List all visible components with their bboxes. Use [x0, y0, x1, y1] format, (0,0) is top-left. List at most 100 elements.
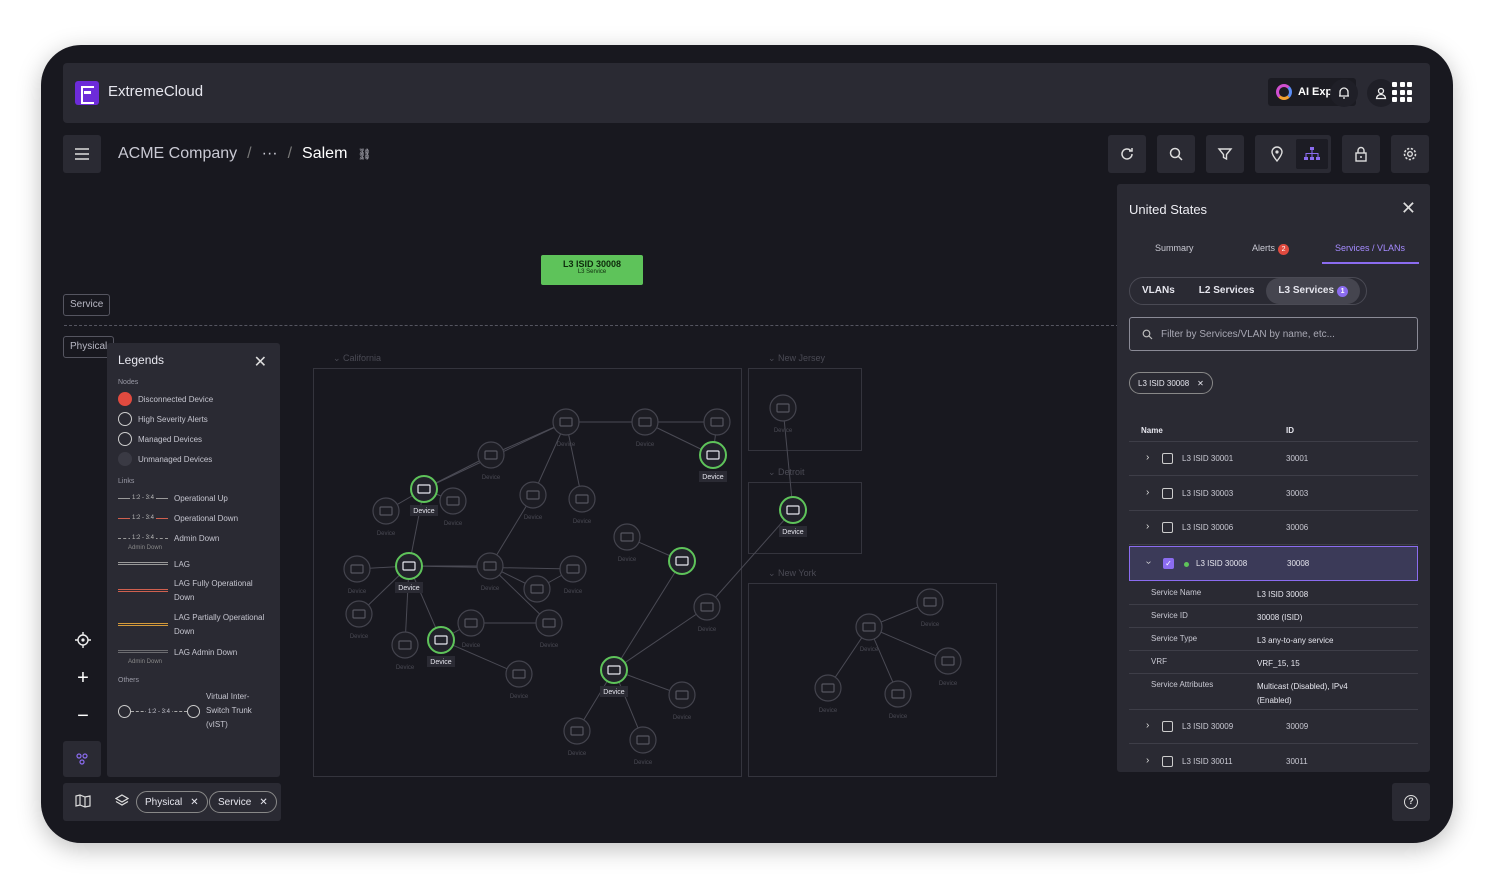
- chevron-right-icon[interactable]: ›: [1146, 487, 1149, 498]
- row-checkbox[interactable]: [1162, 488, 1173, 499]
- topology-link[interactable]: [613, 560, 683, 671]
- unmanaged-device-node[interactable]: Device: [439, 487, 467, 527]
- device-label: Device: [564, 589, 583, 595]
- table-row-selected[interactable]: › ✓ L3 ISID 30008 30008: [1129, 546, 1418, 581]
- legend-close-icon[interactable]: ✕: [254, 352, 267, 372]
- device-label: Device: [444, 521, 463, 527]
- recenter-icon[interactable]: [64, 621, 102, 659]
- unmanaged-device-node[interactable]: Device: [934, 647, 962, 687]
- unmanaged-device-node[interactable]: Device: [814, 674, 842, 714]
- device-label: Device: [482, 475, 501, 481]
- device-label: Device: [510, 694, 529, 700]
- chevron-down-icon[interactable]: ›: [1143, 561, 1154, 564]
- column-name[interactable]: Name: [1141, 426, 1163, 435]
- chevron-right-icon[interactable]: ›: [1146, 521, 1149, 532]
- segment-l2-services[interactable]: L2 Services: [1187, 278, 1267, 304]
- managed-device-node[interactable]: Device: [779, 496, 807, 537]
- table-row[interactable]: › L3 ISID 30011 30011: [1129, 745, 1418, 772]
- unmanaged-device-node[interactable]: Device: [505, 660, 533, 700]
- device-label: Device: [634, 760, 653, 766]
- row-checkbox[interactable]: ✓: [1163, 558, 1174, 569]
- tab-alerts[interactable]: Alerts 2: [1252, 243, 1290, 255]
- remove-chip-icon[interactable]: ✕: [259, 797, 267, 808]
- managed-device-node[interactable]: Device: [427, 626, 455, 667]
- filter-input[interactable]: Filter by Services/VLAN by name, etc...: [1129, 317, 1418, 351]
- unmanaged-device-node[interactable]: Device: [693, 593, 721, 633]
- row-checkbox[interactable]: [1162, 522, 1173, 533]
- l3-count-badge: 1: [1337, 286, 1349, 297]
- table-row[interactable]: › L3 ISID 30006 30006: [1129, 511, 1418, 545]
- zoom-out-icon[interactable]: −: [64, 697, 102, 735]
- unmanaged-device-node[interactable]: Device: [559, 555, 587, 595]
- chevron-right-icon[interactable]: ›: [1146, 452, 1149, 463]
- unmanaged-device-node[interactable]: Device: [457, 609, 485, 649]
- device-label: Device: [524, 515, 543, 521]
- map-icon[interactable]: [75, 794, 91, 813]
- detail-row: Service Name L3 ISID 30008: [1129, 582, 1418, 605]
- service-chip[interactable]: Service ✕: [209, 791, 277, 813]
- unmanaged-device-node[interactable]: Device: [916, 588, 944, 628]
- unmanaged-device-node[interactable]: [523, 575, 551, 603]
- unmanaged-device-node[interactable]: Device: [476, 552, 504, 592]
- unmanaged-device-node[interactable]: Device: [568, 485, 596, 525]
- alerts-count-badge: 2: [1278, 244, 1290, 255]
- legend-others-heading: Others: [118, 677, 140, 684]
- segment-vlans[interactable]: VLANs: [1130, 278, 1187, 304]
- unmanaged-device-node[interactable]: Device: [345, 600, 373, 640]
- device-label: Device: [377, 531, 396, 537]
- chevron-right-icon[interactable]: ›: [1146, 720, 1149, 731]
- managed-device-node[interactable]: [668, 547, 696, 575]
- tab-summary[interactable]: Summary: [1155, 243, 1194, 253]
- unmanaged-device-node[interactable]: Device: [552, 408, 580, 448]
- unmanaged-device-node[interactable]: Device: [477, 441, 505, 481]
- unmanaged-device-node[interactable]: Device: [372, 497, 400, 537]
- close-icon[interactable]: ✕: [1401, 198, 1416, 219]
- unmanaged-device-node[interactable]: Device: [563, 717, 591, 757]
- layout-button[interactable]: [63, 741, 101, 777]
- tab-services-vlans[interactable]: Services / VLANs: [1335, 243, 1405, 253]
- unmanaged-device-node[interactable]: [703, 408, 731, 436]
- unmanaged-device-node[interactable]: Device: [884, 680, 912, 720]
- device-label: Device: [636, 442, 655, 448]
- chevron-right-icon[interactable]: ›: [1146, 755, 1149, 766]
- legend-nodes-heading: Nodes: [118, 379, 139, 386]
- row-checkbox[interactable]: [1162, 756, 1173, 767]
- unmanaged-device-node[interactable]: Device: [769, 394, 797, 434]
- legend-item: Unmanaged Devices: [118, 452, 269, 466]
- table-row[interactable]: › L3 ISID 30001 30001: [1129, 442, 1418, 476]
- unmanaged-device-node[interactable]: Device: [855, 613, 883, 653]
- legend-item: LAG Partially Operational Down: [118, 611, 269, 639]
- zoom-in-icon[interactable]: +: [64, 659, 102, 697]
- managed-device-node[interactable]: Device: [395, 552, 423, 593]
- app-window: ExtremeCloud AI Expert ACME Company / ··…: [41, 45, 1453, 843]
- remove-chip-icon[interactable]: ✕: [190, 797, 198, 808]
- active-filter-chip[interactable]: L3 ISID 30008 ✕: [1129, 372, 1213, 394]
- unmanaged-device-node[interactable]: Device: [629, 726, 657, 766]
- remove-chip-icon[interactable]: ✕: [1197, 379, 1204, 388]
- unmanaged-device-node[interactable]: Device: [613, 523, 641, 563]
- row-checkbox[interactable]: [1162, 453, 1173, 464]
- unmanaged-device-node[interactable]: Device: [519, 481, 547, 521]
- column-id[interactable]: ID: [1286, 426, 1294, 435]
- device-label: Device: [557, 442, 576, 448]
- legend-item: 1:2 - 3:4 Operational Up: [118, 491, 269, 505]
- unmanaged-device-node[interactable]: Device: [631, 408, 659, 448]
- topology-link[interactable]: [613, 606, 708, 671]
- unmanaged-device-node[interactable]: Device: [668, 681, 696, 721]
- topology-link[interactable]: [706, 509, 794, 608]
- table-row[interactable]: › L3 ISID 30009 30009: [1129, 710, 1418, 744]
- unmanaged-device-node[interactable]: Device: [535, 609, 563, 649]
- managed-device-node[interactable]: Device: [699, 441, 727, 482]
- link-up-icon: 1:2 - 3:4: [118, 492, 168, 504]
- managed-device-node[interactable]: Device: [410, 475, 438, 516]
- unmanaged-device-node[interactable]: Device: [343, 555, 371, 595]
- topology-link[interactable]: [782, 407, 794, 511]
- help-button[interactable]: ?: [1392, 783, 1430, 821]
- table-row[interactable]: › L3 ISID 30003 30003: [1129, 477, 1418, 511]
- physical-chip[interactable]: Physical ✕: [136, 791, 208, 813]
- managed-device-node[interactable]: Device: [600, 656, 628, 697]
- row-checkbox[interactable]: [1162, 721, 1173, 732]
- layers-icon[interactable]: [114, 794, 130, 813]
- unmanaged-device-node[interactable]: Device: [391, 631, 419, 671]
- segment-l3-services[interactable]: L3 Services 1: [1266, 278, 1361, 304]
